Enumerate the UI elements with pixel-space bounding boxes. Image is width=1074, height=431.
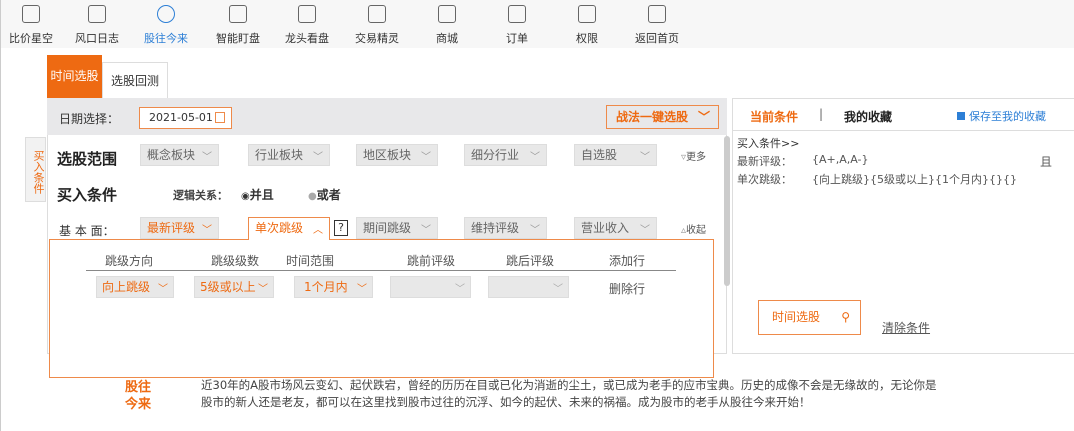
notebook-icon [88,5,106,23]
logic-label: 逻辑关系： [173,189,228,202]
help-icon[interactable]: ? [334,220,348,236]
collapse-button[interactable]: ▵收起 [681,221,706,236]
brand-line2: 今来 [125,397,152,412]
radio-or[interactable]: ●或者 [308,186,341,203]
dropdown-industry[interactable]: 行业板块 ﹀ [248,144,330,166]
strategy-label: 战法一键选股 [616,110,689,124]
dropdown-single-jump[interactable]: 单次跳级 ︿ [248,217,330,240]
chevron-down-icon: ﹀ [697,110,710,124]
top-nav: 比价星空 风口日志 股往今来 智能盯盘 龙头看盘 交易精灵 商城 订单 权限 返… [1,0,1074,48]
radio-unchecked-icon: ● [308,191,317,202]
intro-line2: 股市的新人还是老友，都可以在这里找到股市过往的沉浮、如今的起伏、未来的祸福。成为… [201,395,811,409]
intro-line1: 近30年的A股市场风云变幻、起伏跌宕，曾经的历历在目或已化为消逝的尘土，或已成为… [201,378,937,392]
divider [732,130,1074,131]
search-icon: ⚲ [841,310,850,324]
conditions-heading: 买入条件>> [737,137,800,150]
nav-jingling[interactable]: 交易精灵 [342,0,412,48]
select-jump-levels[interactable]: 5级或以上 ﹀ [194,276,274,298]
dropdown-period-jump[interactable]: 期间跳级 ﹀ [356,217,438,239]
tab-time-select[interactable]: 时间选股 [47,55,102,98]
nav-home[interactable]: 返回首页 [622,0,692,48]
chevron-down-icon: ﹀ [640,152,650,163]
store-icon [438,5,456,23]
chevron-down-icon: ﹀ [202,152,212,163]
chevron-down-icon: ﹀ [530,225,540,236]
dropdown-region[interactable]: 地区板块 ﹀ [356,144,438,166]
date-value: 2021-05-01 [149,111,213,124]
tab-separator: | [819,107,824,121]
clear-conditions-link[interactable]: 清除条件 [882,319,930,336]
chevron-down-icon: ﹀ [530,152,540,163]
condition-value: {向上跳级}{5级或以上}{1个月内}{}{} [812,173,1017,186]
col-header: 跳前评级 [406,254,455,268]
header-divider [86,270,676,271]
save-favorite-button[interactable]: 保存至我的收藏 [957,108,1046,124]
tab-current-conditions[interactable]: 当前条件 [750,108,798,125]
shield-key-icon [578,5,596,23]
select-after-rating[interactable]: ﹀ [488,276,569,298]
select-before-rating[interactable]: ﹀ [390,276,471,298]
condition-key: 最新评级： [737,155,792,168]
cube-icon [157,5,175,23]
nav-fengkou[interactable]: 风口日志 [62,0,132,48]
nav-bijia[interactable]: 比价星空 [0,0,66,48]
nav-store[interactable]: 商城 [412,0,482,48]
fundamental-label: 基 本 面： [59,224,115,238]
chevron-up-icon: ︿ [313,225,323,236]
chevron-down-icon: ﹀ [640,225,650,236]
chevron-down-icon: ﹀ [313,152,323,163]
radio-and[interactable]: ◉并且 [241,186,274,203]
dropdown-concept[interactable]: 概念板块 ﹀ [140,144,219,166]
chevron-down-icon: ﹀ [421,152,431,163]
time-select-search-button[interactable]: 时间选股 ⚲ [758,300,861,335]
condition-value: {A+,A,A-} [812,153,869,166]
condition-conjunction: 且 [1040,155,1053,169]
tab-my-favorites[interactable]: 我的收藏 [844,108,892,125]
scope-title: 选股范围 [57,150,118,168]
save-icon [957,112,965,120]
dropdown-watchlist[interactable]: 自选股 ﹀ [574,144,657,166]
dropdown-revenue[interactable]: 营业收入 ﹀ [574,217,657,239]
nav-permission[interactable]: 权限 [552,0,622,48]
nav-dingpan[interactable]: 智能盯盘 [203,0,273,48]
add-row-button[interactable]: 添加行 [582,252,672,269]
document-icon [508,5,526,23]
monitor-icon [229,5,247,23]
dropdown-keep-rating[interactable]: 维持评级 ﹀ [464,217,547,239]
delete-row-button[interactable]: 删除行 [609,280,645,297]
tab-backtest[interactable]: 选股回测 [102,62,168,98]
dropdown-latest-rating[interactable]: 最新评级 ﹀ [140,217,219,239]
scrollbar[interactable] [724,136,730,286]
home-icon [648,5,666,23]
strategy-select-button[interactable]: 战法一键选股 ﹀ [606,105,719,129]
date-input[interactable]: 2021-05-01 [139,107,232,129]
radio-checked-icon: ◉ [241,191,250,202]
chart-icon [22,5,40,23]
col-header: 时间范围 [285,254,334,268]
chevron-down-icon: ﹀ [202,225,212,236]
col-header: 跳后评级 [505,254,554,268]
buy-title: 买入条件 [57,186,118,204]
col-header: 跳级方向 [104,254,153,268]
dragon-icon [298,5,316,23]
dropdown-subindustry[interactable]: 细分行业 ﹀ [464,144,547,166]
robot-icon [368,5,386,23]
chevron-down-icon: ﹀ [421,225,431,236]
condition-key: 单次跳级： [737,173,792,186]
nav-orders[interactable]: 订单 [482,0,552,48]
select-time-range[interactable]: 1个月内 ﹀ [294,276,373,298]
more-button[interactable]: ▿更多 [681,148,706,163]
nav-guwang[interactable]: 股往今来 [131,0,201,48]
select-jump-direction[interactable]: 向上跳级 ﹀ [96,276,174,298]
date-label: 日期选择： [59,112,120,126]
side-tab-buy-condition[interactable]: 买入条件 [25,137,46,202]
calendar-icon[interactable] [215,112,225,123]
nav-longtou[interactable]: 龙头看盘 [272,0,342,48]
